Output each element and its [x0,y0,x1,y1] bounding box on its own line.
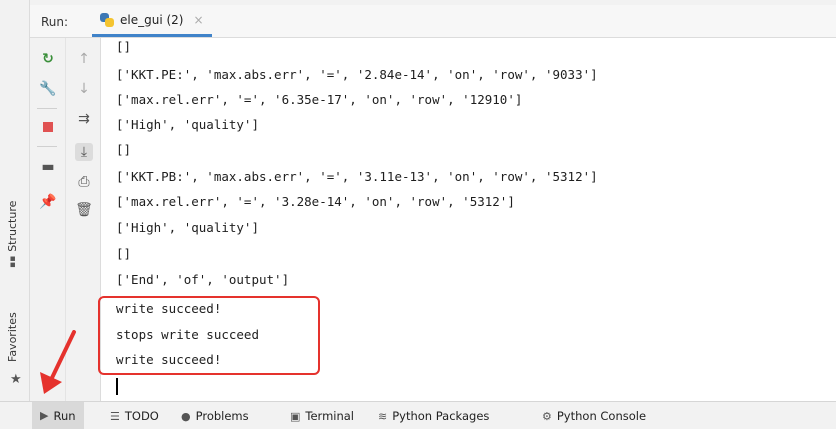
structure-tab-label: Structure [6,200,19,252]
bottom-tab-problems-label: Problems [195,409,249,423]
rerun-icon[interactable]: ↻ [39,50,57,68]
scroll-to-end-icon[interactable]: ⤓ [75,143,93,161]
bottom-tab-python-console-label: Python Console [556,409,647,423]
trash-icon[interactable]: 🗑 [75,201,93,219]
bottom-tab-run-label: Run [53,408,76,423]
bottom-tool-bar: ▶ Run ☰ TODO ● Problems ▣ Terminal ≋ Pyt… [0,401,836,429]
python-console-icon: ⚙ [542,409,552,423]
run-icon: ▶ [40,409,49,422]
console-line: ['End', 'of', 'output'] [116,272,290,287]
console-line: [] [116,246,132,261]
favorites-tab[interactable]: Favorites [6,312,19,362]
bottom-tab-python-packages-label: Python Packages [392,409,490,423]
console-output[interactable]: [] ['KKT.PE:', 'max.abs.err', '=', '2.84… [98,38,836,401]
todo-icon: ☰ [110,409,120,423]
run-config-tab[interactable]: ele_gui (2) × [92,5,212,37]
console-line: ['max.rel.err', '=', '6.35e-17', 'on', '… [116,92,523,107]
structure-tab[interactable]: ▪▪ Structure [6,201,19,268]
bottom-tab-terminal[interactable]: ▣ Terminal [290,409,354,423]
structure-icon: ▪▪ [7,255,18,268]
pin-icon[interactable]: 📌 [39,193,57,211]
console-line: ['KKT.PB:', 'max.abs.err', '=', '3.11e-1… [116,169,598,184]
python-icon [100,12,114,27]
problems-icon: ● [181,409,191,423]
run-config-tab-label: ele_gui (2) [120,12,184,27]
down-arrow-icon[interactable]: ↓ [75,80,93,98]
star-icon: ★ [10,372,22,387]
bottom-tab-todo[interactable]: ☰ TODO [110,409,159,423]
divider [37,108,57,109]
bottom-tab-python-packages[interactable]: ≋ Python Packages [378,409,489,423]
console-line: [] [116,39,132,54]
layout-icon[interactable]: ▬ [39,158,57,176]
stop-icon[interactable] [39,118,57,136]
print-icon[interactable]: ⎙ [75,173,93,191]
bottom-tab-python-console[interactable]: ⚙ Python Console [542,409,646,423]
console-line: ['KKT.PE:', 'max.abs.err', '=', '2.84e-1… [116,67,598,82]
red-highlight-box [98,296,320,375]
text-cursor [116,378,118,395]
ide-window: ▪▪ Structure Favorites ★ Run: ele_gui (2… [0,0,836,429]
wrench-icon[interactable]: 🔧 [39,80,57,98]
red-arrow-annotation [40,330,76,394]
console-line: [] [116,142,132,157]
bottom-tab-todo-label: TODO [124,409,159,423]
soft-wrap-icon[interactable]: ⇉ [75,110,93,128]
console-line: ['max.rel.err', '=', '3.28e-14', 'on', '… [116,194,515,209]
packages-icon: ≋ [378,409,388,423]
bottom-tab-run[interactable]: ▶ Run [32,402,84,429]
up-arrow-icon[interactable]: ↑ [75,50,93,68]
console-line: ['High', 'quality'] [116,117,259,132]
bottom-tab-terminal-label: Terminal [305,409,355,423]
run-header: Run: ele_gui (2) × [30,5,836,38]
favorites-tab-label: Favorites [6,312,19,362]
terminal-icon: ▣ [290,409,301,423]
divider [37,146,57,147]
console-line: ['High', 'quality'] [116,220,259,235]
bottom-tab-problems[interactable]: ● Problems [181,409,249,423]
close-icon[interactable]: × [193,13,203,27]
left-tool-strip: ▪▪ Structure Favorites ★ [0,0,30,401]
run-label: Run: [41,15,69,29]
